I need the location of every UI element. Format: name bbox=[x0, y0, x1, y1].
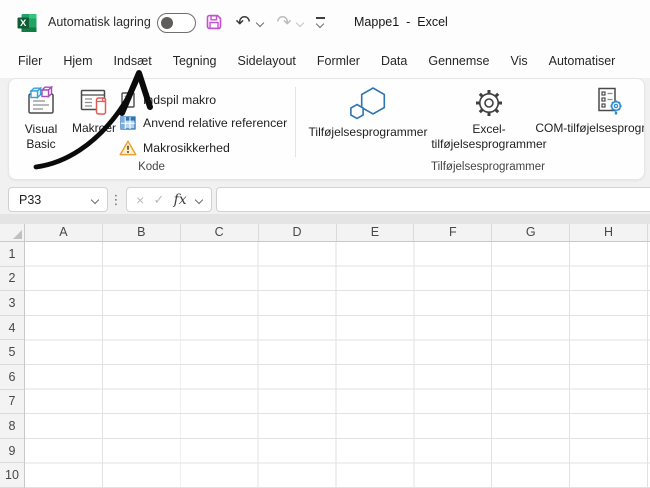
column-header-g[interactable]: G bbox=[492, 224, 570, 241]
addins-button[interactable]: Tilføjelsesprogrammer bbox=[301, 83, 435, 140]
tab-tegning[interactable]: Tegning bbox=[173, 54, 217, 68]
row-header-3[interactable]: 3 bbox=[0, 291, 24, 316]
record-macro-icon bbox=[119, 91, 137, 109]
relative-references-icon bbox=[119, 114, 137, 132]
tab-indsaet[interactable]: Indsæt bbox=[113, 54, 151, 68]
com-addins-label: COM-tilføjelsesprogrammer bbox=[535, 121, 645, 136]
group-divider bbox=[295, 87, 296, 157]
macro-security-warning-icon bbox=[119, 139, 137, 157]
row-header-5[interactable]: 5 bbox=[0, 340, 24, 365]
tab-formler[interactable]: Formler bbox=[317, 54, 360, 68]
formula-input[interactable] bbox=[216, 187, 650, 212]
name-box-value: P33 bbox=[9, 193, 92, 207]
ribbon-tab-bar: Filer Hjem Indsæt Tegning Sidelayout For… bbox=[0, 44, 650, 78]
svg-text:X: X bbox=[20, 18, 27, 29]
ribbon-panel: Visual Basic Makroer Indspil makro Anven… bbox=[8, 78, 645, 180]
customize-quick-access-icon bbox=[316, 17, 325, 27]
formula-bar-separator: ⋮ bbox=[110, 187, 122, 212]
save-button[interactable] bbox=[202, 10, 226, 34]
undo-button[interactable]: ↶ bbox=[231, 10, 255, 34]
confirm-entry-icon[interactable]: ✓ bbox=[154, 193, 165, 206]
visual-basic-label: Visual Basic bbox=[13, 122, 69, 151]
formula-bar-spacer bbox=[0, 214, 650, 224]
tab-filer[interactable]: Filer bbox=[18, 54, 42, 68]
tab-gennemse[interactable]: Gennemse bbox=[428, 54, 489, 68]
macros-label: Makroer bbox=[72, 121, 116, 136]
toggle-knob bbox=[161, 17, 173, 29]
relative-references-button[interactable]: Anvend relative referencer bbox=[119, 114, 287, 132]
column-header-c[interactable]: C bbox=[181, 224, 259, 241]
macros-button[interactable]: Makroer bbox=[69, 87, 119, 136]
row-header-4[interactable]: 4 bbox=[0, 316, 24, 341]
record-macro-label: Indspil makro bbox=[143, 93, 216, 107]
row-header-8[interactable]: 8 bbox=[0, 414, 24, 439]
addins-hexagons-icon bbox=[347, 85, 389, 122]
column-header-b[interactable]: B bbox=[103, 224, 181, 241]
column-header-h[interactable]: H bbox=[570, 224, 648, 241]
row-header-6[interactable]: 6 bbox=[0, 365, 24, 390]
com-addins-button[interactable]: COM-tilføjelsesprogrammer bbox=[533, 83, 645, 136]
column-header-d[interactable]: D bbox=[259, 224, 337, 241]
undo-icon: ↶ bbox=[235, 13, 250, 31]
redo-dropdown-icon[interactable] bbox=[296, 19, 304, 27]
insert-function-icon[interactable]: fx bbox=[174, 193, 187, 207]
redo-button[interactable]: ↷ bbox=[272, 10, 296, 34]
sheet-cells[interactable] bbox=[25, 242, 650, 488]
title-bar: X Automatisk lagring ↶ ↷ Mappe1 - Excel bbox=[0, 0, 650, 44]
excel-addins-gear-icon bbox=[473, 87, 505, 119]
row-header-9[interactable]: 9 bbox=[0, 439, 24, 464]
row-header-1[interactable]: 1 bbox=[0, 242, 24, 267]
row-header-2[interactable]: 2 bbox=[0, 267, 24, 292]
column-header-a[interactable]: A bbox=[25, 224, 103, 241]
com-addins-icon bbox=[593, 86, 625, 118]
visual-basic-button[interactable]: Visual Basic bbox=[13, 85, 69, 151]
macros-icon bbox=[79, 87, 109, 118]
macro-security-label: Makrosikkerhed bbox=[143, 141, 230, 155]
name-box[interactable]: P33 bbox=[8, 187, 108, 212]
column-header-f[interactable]: F bbox=[414, 224, 492, 241]
cancel-entry-icon[interactable]: × bbox=[136, 193, 144, 207]
tab-automatiser[interactable]: Automatiser bbox=[549, 54, 616, 68]
autosave-toggle[interactable] bbox=[157, 13, 196, 33]
column-headers: A B C D E F G H bbox=[25, 224, 650, 242]
document-title: Mappe1 - Excel bbox=[354, 15, 448, 29]
addins-label: Tilføjelsesprogrammer bbox=[309, 125, 428, 140]
code-group-label: Kode bbox=[9, 161, 294, 173]
row-header-7[interactable]: 7 bbox=[0, 390, 24, 415]
visual-basic-icon bbox=[24, 85, 58, 119]
save-icon bbox=[205, 13, 223, 31]
tab-data[interactable]: Data bbox=[381, 54, 407, 68]
quick-access-customize-button[interactable] bbox=[308, 10, 332, 34]
fx-dropdown-icon[interactable] bbox=[195, 195, 203, 203]
name-box-dropdown-icon bbox=[91, 195, 99, 203]
column-header-e[interactable]: E bbox=[337, 224, 415, 241]
redo-icon: ↷ bbox=[276, 13, 291, 31]
tab-vis[interactable]: Vis bbox=[511, 54, 528, 68]
macro-security-button[interactable]: Makrosikkerhed bbox=[119, 139, 230, 157]
excel-logo-icon: X bbox=[17, 13, 37, 33]
formula-buttons: × ✓ fx bbox=[126, 187, 212, 212]
undo-dropdown-icon[interactable] bbox=[256, 19, 264, 27]
relative-references-label: Anvend relative referencer bbox=[143, 116, 287, 130]
tab-sidelayout[interactable]: Sidelayout bbox=[238, 54, 296, 68]
select-all-triangle-icon bbox=[13, 230, 22, 239]
row-headers: 1 2 3 4 5 6 7 8 9 10 bbox=[0, 242, 25, 488]
autosave-label: Automatisk lagring bbox=[48, 15, 151, 29]
tab-hjem[interactable]: Hjem bbox=[63, 54, 92, 68]
addins-group-label: Tilføjelsesprogrammer bbox=[301, 161, 645, 173]
select-all-corner[interactable] bbox=[0, 224, 25, 242]
row-header-10[interactable]: 10 bbox=[0, 463, 24, 488]
record-macro-button[interactable]: Indspil makro bbox=[119, 91, 216, 109]
